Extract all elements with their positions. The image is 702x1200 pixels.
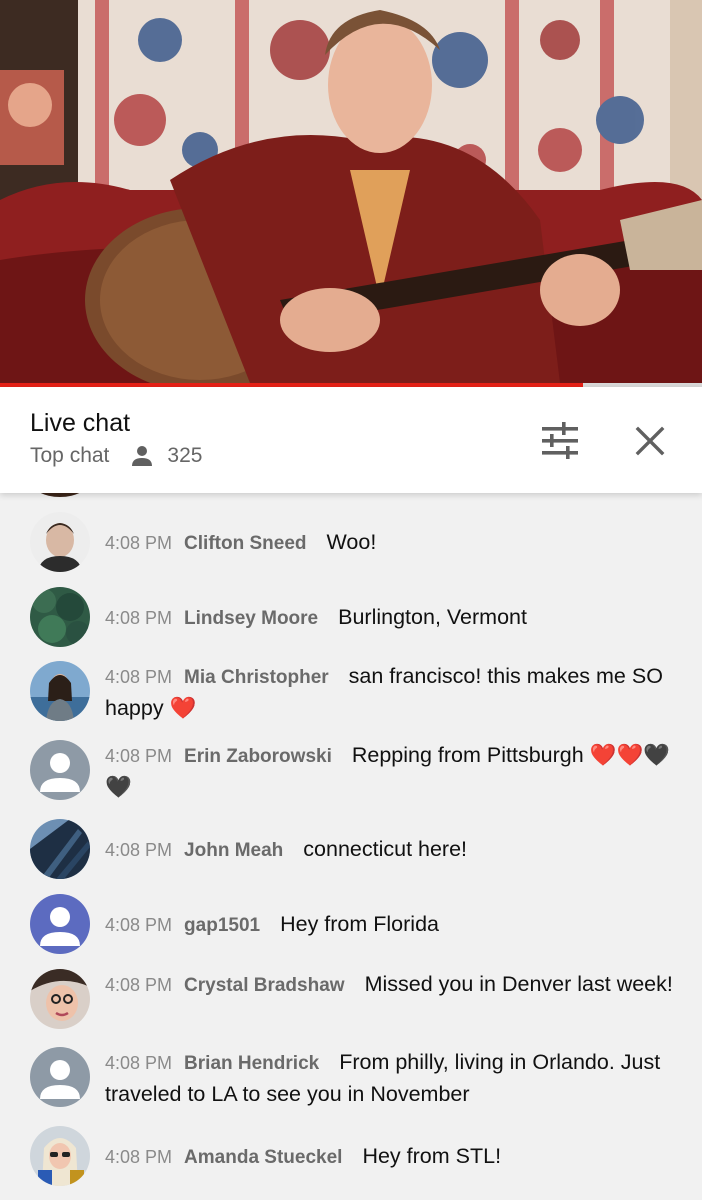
message-author[interactable]: John Meah — [184, 840, 283, 861]
message-content: Hey from Florida — [280, 912, 439, 936]
person-icon — [131, 445, 153, 467]
message-author[interactable]: Mia Christopher — [184, 667, 329, 688]
video-player[interactable] — [0, 0, 702, 383]
avatar[interactable] — [30, 969, 90, 1029]
avatar[interactable] — [30, 740, 90, 800]
avatar[interactable] — [30, 1047, 90, 1107]
close-icon — [635, 426, 665, 456]
message-author[interactable]: Crystal Bradshaw — [184, 975, 345, 996]
message-content: Burlington, Vermont — [338, 605, 527, 629]
message-author[interactable]: Lindsey Moore — [184, 608, 318, 629]
avatar[interactable] — [30, 1126, 90, 1186]
message-author[interactable]: Brian Hendrick — [184, 1053, 319, 1074]
message-author[interactable]: Erin Zaborowski — [184, 746, 332, 767]
message-time: 4:08 PM — [105, 533, 173, 553]
message-time: 4:08 PM — [105, 1053, 173, 1073]
tune-icon — [542, 422, 578, 459]
avatar[interactable] — [30, 512, 90, 572]
chat-message-text: 4:08 PM Lindsey Moore Burlington, Vermont — [105, 602, 675, 634]
chat-mode-selector[interactable]: Top chat 325 — [30, 444, 202, 468]
chat-message-text: 4:08 PM Mia Christopher san francisco! thi… — [105, 661, 675, 723]
avatar[interactable] — [30, 587, 90, 647]
chat-message-text: 4:08 PM Crystal Bradshaw Missed you in Den… — [105, 969, 675, 1001]
chat-message-list[interactable]: 4:08 PM Clifton Sneed Woo! 4:08 PM Lindsey … — [0, 493, 702, 1200]
message-time: 4:08 PM — [105, 746, 173, 766]
live-chat-title: Live chat — [30, 409, 131, 437]
chat-message-text: 4:08 PM Brian Hendrick From philly, living… — [105, 1047, 675, 1109]
chat-message-text: 4:08 PM Erin Zaborowski Repping from Pitts… — [105, 740, 675, 802]
avatar[interactable] — [30, 894, 90, 954]
message-time: 4:08 PM — [105, 840, 173, 860]
chat-message-text: 4:08 PM John Meah connecticut here! — [105, 834, 675, 866]
avatar — [30, 493, 90, 497]
message-content: connecticut here! — [303, 837, 468, 861]
chat-message-text: 4:08 PM gap1501 Hey from Florida — [105, 909, 675, 941]
message-time: 4:08 PM — [105, 915, 173, 935]
chat-message-text: 4:08 PM Amanda Stueckel Hey from STL! — [105, 1141, 675, 1173]
message-content: Woo! — [326, 530, 377, 554]
message-time: 4:08 PM — [105, 608, 173, 628]
message-time: 4:08 PM — [105, 1147, 173, 1167]
message-time: 4:08 PM — [105, 975, 173, 995]
message-author[interactable]: gap1501 — [184, 915, 260, 936]
avatar[interactable] — [30, 661, 90, 721]
chat-filter-button[interactable] — [536, 417, 584, 465]
live-chat-header: Live chat Top chat 325 — [0, 387, 702, 493]
message-author[interactable]: Amanda Stueckel — [184, 1147, 342, 1168]
message-content: Hey from STL! — [362, 1144, 502, 1168]
viewer-count: 325 — [167, 444, 203, 467]
video-frame — [0, 0, 702, 383]
chat-mode-label: Top chat — [30, 444, 110, 467]
chat-message-text: 4:08 PM Clifton Sneed Woo! — [105, 527, 675, 559]
message-time: 4:08 PM — [105, 667, 173, 687]
message-author[interactable]: Clifton Sneed — [184, 533, 306, 554]
avatar[interactable] — [30, 819, 90, 879]
live-stream-screen: Live chat Top chat 325 4:08 PM Clifton S… — [0, 0, 702, 1200]
message-content: Missed you in Denver last week! — [364, 972, 673, 996]
close-chat-button[interactable] — [626, 417, 674, 465]
